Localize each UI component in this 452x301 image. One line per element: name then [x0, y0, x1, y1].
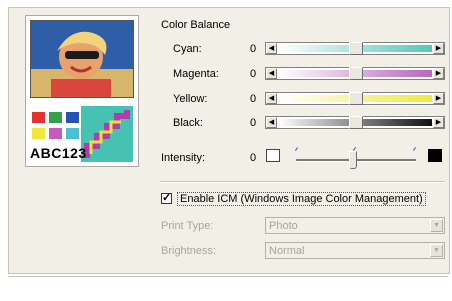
balance-slider-0[interactable]: ◀ ▶ — [265, 42, 445, 55]
brightness-value: Normal — [269, 245, 305, 257]
chevron-down-icon[interactable]: ▼ — [430, 219, 443, 232]
balance-label-1: Magenta: — [173, 68, 219, 80]
intensity-slider-thumb[interactable] — [349, 151, 357, 169]
balance-label-2: Yellow: — [173, 93, 208, 105]
left-arrow-icon[interactable]: ◀ — [266, 117, 277, 128]
right-arrow-icon[interactable]: ▶ — [433, 43, 444, 54]
left-arrow-icon[interactable]: ◀ — [266, 68, 277, 79]
print-type-dropdown[interactable]: Photo ▼ — [265, 217, 445, 234]
swatch-yellow — [32, 128, 45, 139]
print-type-label: Print Type: — [161, 220, 214, 232]
brightness-label: Brightness: — [161, 245, 217, 257]
intensity-value: 0 — [250, 152, 257, 164]
balance-slider-3[interactable]: ◀ ▶ — [265, 116, 445, 129]
balance-thumb-1[interactable] — [349, 67, 363, 80]
right-arrow-icon[interactable]: ▶ — [433, 93, 444, 104]
left-arrow-icon[interactable]: ◀ — [266, 43, 277, 54]
print-type-value: Photo — [269, 220, 298, 232]
preview-caption: ABC123 — [30, 145, 87, 161]
balance-slider-2[interactable]: ◀ ▶ — [265, 92, 445, 105]
print-preview: ABC123 — [25, 15, 139, 167]
balance-label-0: Cyan: — [173, 43, 202, 55]
swatch-magenta — [49, 128, 62, 139]
stairs-graphic — [81, 106, 133, 162]
preview-photo — [30, 20, 134, 98]
intensity-label: Intensity: — [161, 152, 206, 164]
section-separator — [160, 181, 445, 183]
balance-thumb-2[interactable] — [349, 92, 363, 105]
bottom-divider — [8, 276, 448, 277]
enable-icm-label[interactable]: Enable ICM (Windows Image Color Manageme… — [177, 192, 426, 206]
enable-icm-checkbox[interactable]: ✓ — [161, 193, 172, 204]
swatch-cyan — [66, 128, 79, 139]
right-arrow-icon[interactable]: ▶ — [433, 117, 444, 128]
balance-thumb-0[interactable] — [349, 42, 363, 55]
balance-value-3: 0 — [250, 117, 257, 129]
balance-label-3: Black: — [173, 117, 203, 129]
balance-thumb-3[interactable] — [349, 116, 363, 129]
intensity-high-icon — [428, 149, 442, 162]
swatch-green — [49, 112, 62, 123]
swatch-blue — [66, 112, 79, 123]
balance-value-0: 0 — [250, 43, 257, 55]
balance-value-2: 0 — [250, 93, 257, 105]
balance-slider-1[interactable]: ◀ ▶ — [265, 67, 445, 80]
brightness-dropdown[interactable]: Normal ▼ — [265, 242, 445, 259]
left-arrow-icon[interactable]: ◀ — [266, 93, 277, 104]
right-arrow-icon[interactable]: ▶ — [433, 68, 444, 79]
chevron-down-icon[interactable]: ▼ — [430, 244, 443, 257]
intensity-low-icon — [266, 149, 280, 162]
balance-value-1: 0 — [250, 68, 257, 80]
color-balance-title: Color Balance — [161, 19, 231, 31]
swatch-red — [32, 112, 45, 123]
